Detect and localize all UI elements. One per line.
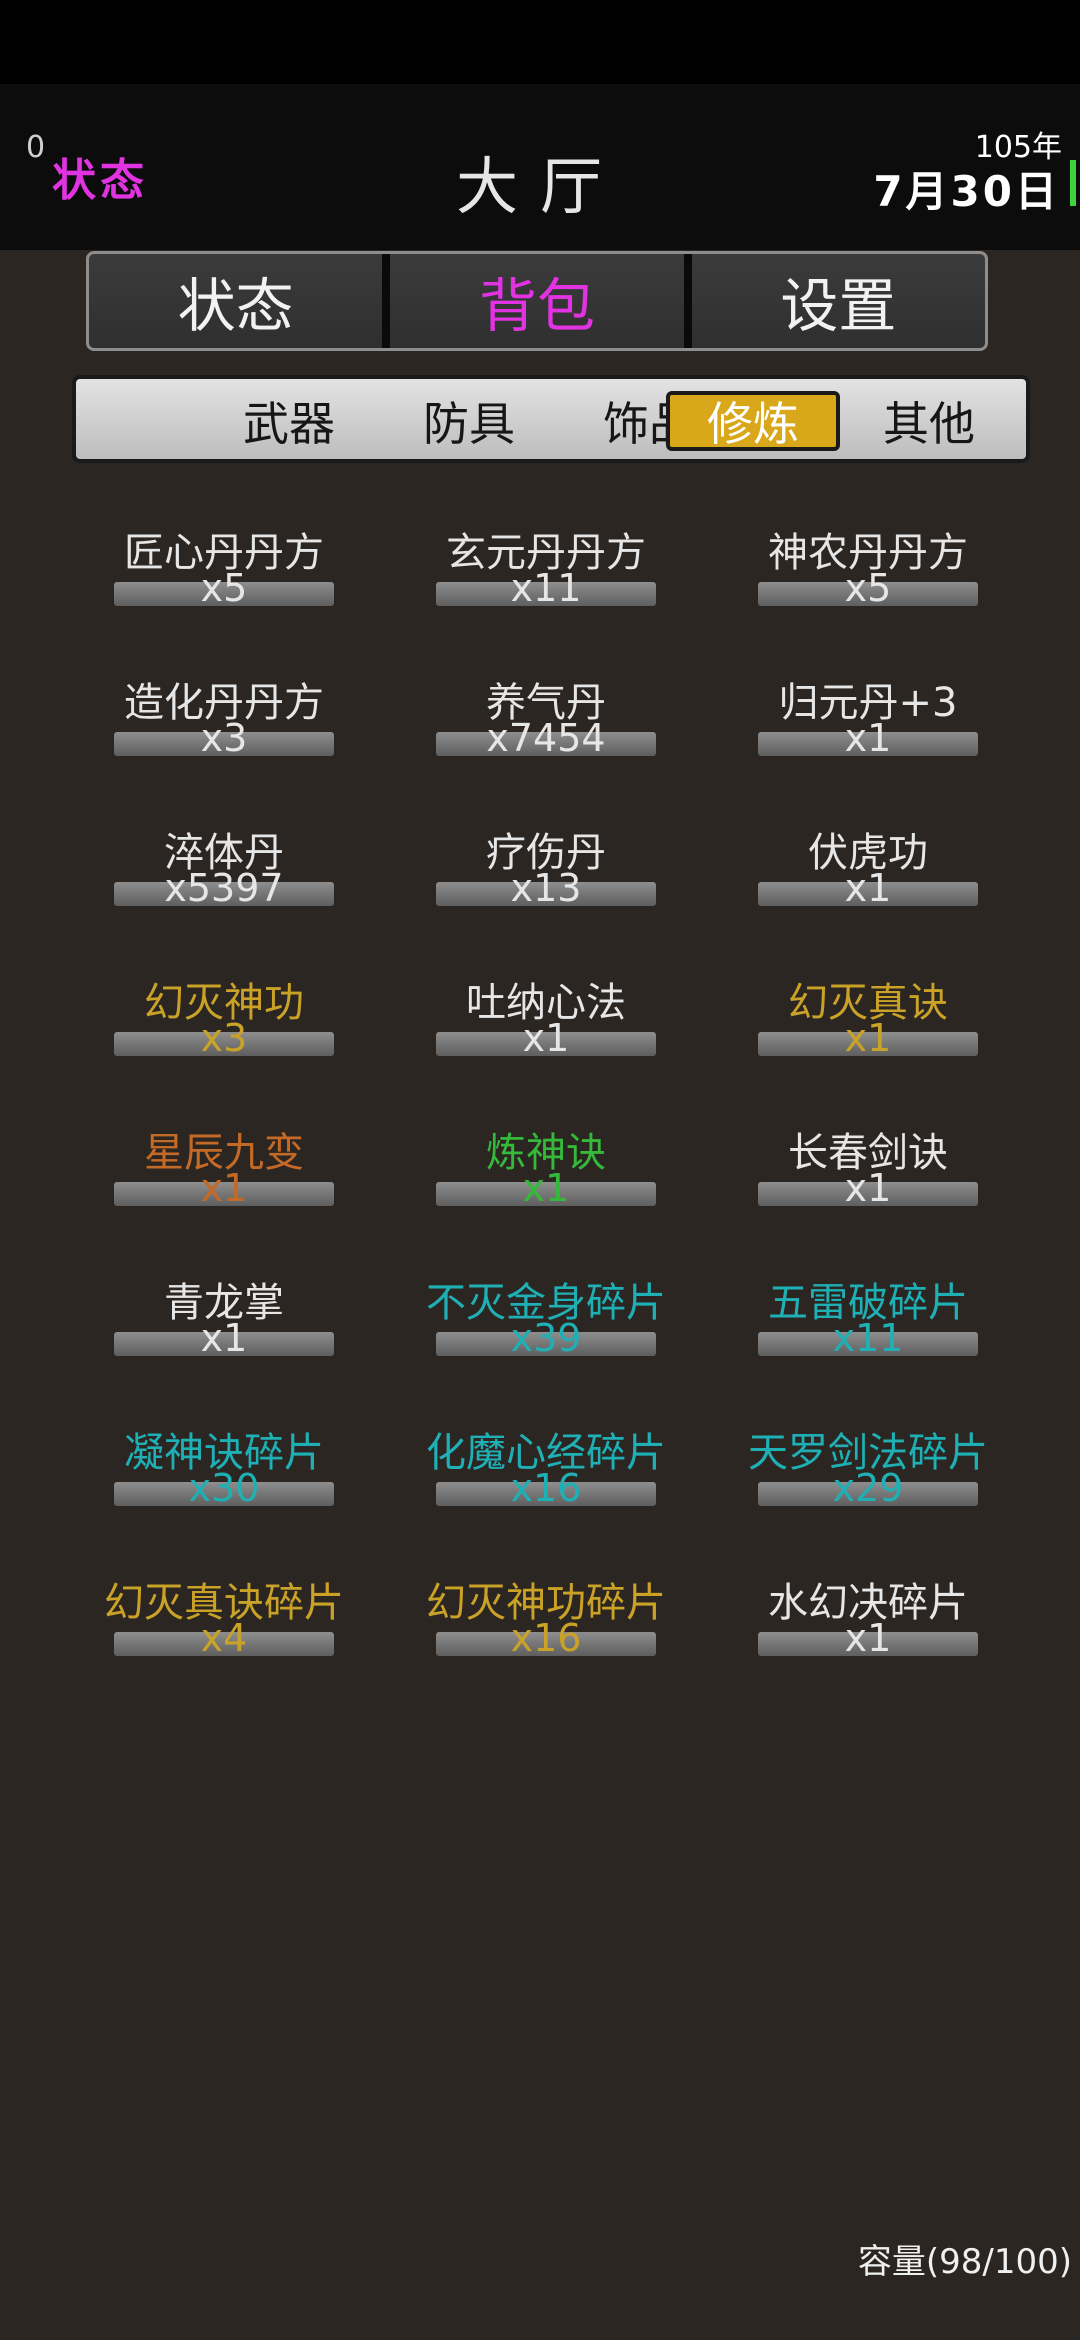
item-count: x1 bbox=[200, 1166, 248, 1210]
inventory-item[interactable]: 匠心丹丹方 x5 bbox=[74, 520, 374, 640]
inventory-item[interactable]: 化魔心经碎片 x16 bbox=[396, 1420, 696, 1540]
inventory-item[interactable]: 水幻决碎片 x1 bbox=[718, 1570, 1018, 1690]
inventory-item[interactable]: 归元丹+3 x1 bbox=[718, 670, 1018, 790]
inventory-item[interactable]: 凝神诀碎片 x30 bbox=[74, 1420, 374, 1540]
item-count: x1 bbox=[844, 716, 892, 760]
main-tab-bar: 状态 背包 设置 bbox=[86, 251, 988, 351]
inventory-item[interactable]: 青龙掌 x1 bbox=[74, 1270, 374, 1390]
tab-settings[interactable]: 设置 bbox=[683, 254, 985, 348]
category-tab-other[interactable]: 其他 bbox=[842, 391, 1016, 451]
item-count: x11 bbox=[510, 566, 582, 610]
item-count: x11 bbox=[832, 1316, 904, 1360]
item-count: x16 bbox=[510, 1466, 582, 1510]
item-count: x16 bbox=[510, 1616, 582, 1660]
item-count: x1 bbox=[200, 1316, 248, 1360]
item-count: x5 bbox=[200, 566, 248, 610]
item-count: x1 bbox=[844, 866, 892, 910]
inventory-item[interactable]: 幻灭神功碎片 x16 bbox=[396, 1570, 696, 1690]
inventory-item[interactable]: 造化丹丹方 x3 bbox=[74, 670, 374, 790]
category-tab-weapons[interactable]: 武器 bbox=[202, 391, 376, 451]
item-count: x7454 bbox=[486, 716, 606, 760]
item-count: x29 bbox=[832, 1466, 904, 1510]
inventory-item[interactable]: 神农丹丹方 x5 bbox=[718, 520, 1018, 640]
inventory-item[interactable]: 幻灭真诀 x1 bbox=[718, 970, 1018, 1090]
inventory-item[interactable]: 疗伤丹 x13 bbox=[396, 820, 696, 940]
system-status-bar bbox=[0, 0, 1080, 84]
item-count: x3 bbox=[200, 716, 248, 760]
inventory-item[interactable]: 长春剑诀 x1 bbox=[718, 1120, 1018, 1240]
tab-backpack[interactable]: 背包 bbox=[382, 254, 683, 348]
inventory-item[interactable]: 玄元丹丹方 x11 bbox=[396, 520, 696, 640]
item-count: x1 bbox=[844, 1616, 892, 1660]
item-count: x3 bbox=[200, 1016, 248, 1060]
inventory-item[interactable]: 伏虎功 x1 bbox=[718, 820, 1018, 940]
item-count: x5 bbox=[844, 566, 892, 610]
item-count: x1 bbox=[844, 1016, 892, 1060]
inventory-item[interactable]: 吐纳心法 x1 bbox=[396, 970, 696, 1090]
inventory-item[interactable]: 养气丹 x7454 bbox=[396, 670, 696, 790]
energy-indicator bbox=[1070, 160, 1076, 206]
item-count: x1 bbox=[522, 1166, 570, 1210]
item-count: x30 bbox=[188, 1466, 260, 1510]
item-count: x13 bbox=[510, 866, 582, 910]
game-date: 7月30日 bbox=[873, 167, 1060, 216]
category-tab-armor[interactable]: 防具 bbox=[382, 391, 556, 451]
tab-status[interactable]: 状态 bbox=[89, 254, 382, 348]
inventory-item[interactable]: 炼神诀 x1 bbox=[396, 1120, 696, 1240]
item-count: x1 bbox=[844, 1166, 892, 1210]
inventory-item[interactable]: 不灭金身碎片 x39 bbox=[396, 1270, 696, 1390]
item-count: x4 bbox=[200, 1616, 248, 1660]
inventory-item[interactable]: 淬体丹 x5397 bbox=[74, 820, 374, 940]
inventory-item[interactable]: 星辰九变 x1 bbox=[74, 1120, 374, 1240]
item-count: x5397 bbox=[164, 866, 284, 910]
category-tab-bar: 武器 防具 饰品 修炼 其他 bbox=[72, 375, 1030, 463]
top-bar: 0 状态 大厅 105年 7月30日 bbox=[0, 84, 1080, 250]
capacity-label: 容量(98/100) bbox=[857, 2242, 1072, 2282]
item-count: x39 bbox=[510, 1316, 582, 1360]
inventory-item[interactable]: 幻灭真诀碎片 x4 bbox=[74, 1570, 374, 1690]
inventory-item[interactable]: 五雷破碎片 x11 bbox=[718, 1270, 1018, 1390]
inventory-item[interactable]: 天罗剑法碎片 x29 bbox=[718, 1420, 1018, 1540]
inventory-item[interactable]: 幻灭神功 x3 bbox=[74, 970, 374, 1090]
item-count: x1 bbox=[522, 1016, 570, 1060]
category-tab-cultivation[interactable]: 修炼 bbox=[666, 391, 840, 451]
